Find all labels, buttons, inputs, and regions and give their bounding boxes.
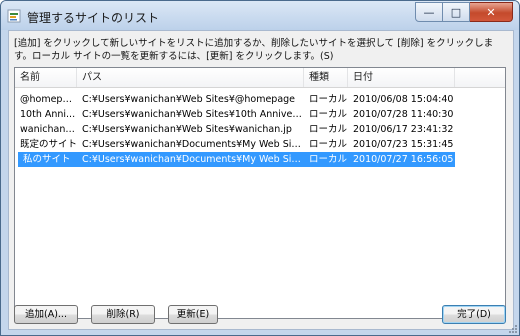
list-header: 名前 パス 種類 日付 <box>15 68 505 88</box>
column-header-date[interactable]: 日付 <box>348 68 455 87</box>
maximize-icon: □ <box>450 5 462 19</box>
table-row[interactable]: @homepage C:¥Users¥wanichan¥Web Sites¥@h… <box>15 92 455 107</box>
minimize-button[interactable]: — <box>415 2 443 22</box>
row-name: 既定のサイト <box>20 139 77 150</box>
delete-button[interactable]: 削除(R) <box>91 305 155 324</box>
close-icon: ✕ <box>486 5 496 19</box>
row-type: ローカル <box>309 109 348 120</box>
row-type: ローカル <box>309 139 348 150</box>
dialog-body: [追加] をクリックして新しいサイトをリストに追加するか、削除したいサイトを選択… <box>8 30 514 330</box>
window-controls: — □ ✕ <box>415 2 513 22</box>
resize-grip-icon[interactable] <box>508 324 518 334</box>
close-button[interactable]: ✕ <box>470 2 513 22</box>
done-button[interactable]: 完了(D) <box>442 305 506 324</box>
minimize-icon: — <box>423 5 435 19</box>
row-date: 2010/07/28 11:40:30 <box>353 109 454 120</box>
column-header-name[interactable]: 名前 <box>15 68 77 87</box>
row-date: 2010/07/27 16:56:05 <box>353 154 454 165</box>
row-name: @homepage <box>20 94 77 105</box>
row-path: C:¥Users¥wanichan¥Documents¥My Web Sites… <box>82 154 304 165</box>
row-date: 2010/06/17 23:41:32 <box>353 124 454 135</box>
column-header-path[interactable]: パス <box>77 68 304 87</box>
column-header-type[interactable]: 種類 <box>304 68 348 87</box>
row-name: 10th Anni... <box>20 109 76 120</box>
table-row[interactable]: 既定のサイト C:¥Users¥wanichan¥Documents¥My We… <box>15 137 455 152</box>
row-name: wanichan.jp <box>20 124 77 135</box>
maximize-button[interactable]: □ <box>443 2 470 22</box>
row-path: C:¥Users¥wanichan¥Documents¥My Web Sites <box>82 139 304 150</box>
title-bar[interactable]: 管理するサイトのリスト — □ ✕ <box>1 1 519 30</box>
manage-sites-dialog: 管理するサイトのリスト — □ ✕ [追加] をクリックして新しいサイトをリスト… <box>0 0 520 336</box>
row-type: ローカル <box>309 154 348 165</box>
table-row[interactable]: wanichan.jp C:¥Users¥wanichan¥Web Sites¥… <box>15 122 455 137</box>
refresh-button[interactable]: 更新(E) <box>168 305 218 324</box>
app-icon <box>7 9 21 23</box>
row-date: 2010/07/23 15:31:45 <box>353 139 454 150</box>
table-row[interactable]: 10th Anni... C:¥Users¥wanichan¥Web Sites… <box>15 107 455 122</box>
add-button[interactable]: 追加(A)... <box>14 305 78 324</box>
row-date: 2010/06/08 15:04:40 <box>353 94 454 105</box>
instructions-text: [追加] をクリックして新しいサイトをリストに追加するか、削除したいサイトを選択… <box>14 38 494 62</box>
table-row-selected[interactable]: 私のサイト C:¥Users¥wanichan¥Documents¥My Web… <box>18 152 455 167</box>
row-path: C:¥Users¥wanichan¥Web Sites¥wanichan.jp <box>82 124 292 135</box>
window-title: 管理するサイトのリスト <box>27 11 160 25</box>
row-type: ローカル <box>309 94 348 105</box>
row-path: C:¥Users¥wanichan¥Web Sites¥10th Anniver… <box>82 109 304 120</box>
row-path: C:¥Users¥wanichan¥Web Sites¥@homepage <box>82 94 296 105</box>
row-name: 私のサイト <box>23 154 71 165</box>
site-list[interactable]: 名前 パス 種類 日付 @homepage C:¥Users¥wanichan¥… <box>14 67 506 319</box>
row-type: ローカル <box>309 124 348 135</box>
